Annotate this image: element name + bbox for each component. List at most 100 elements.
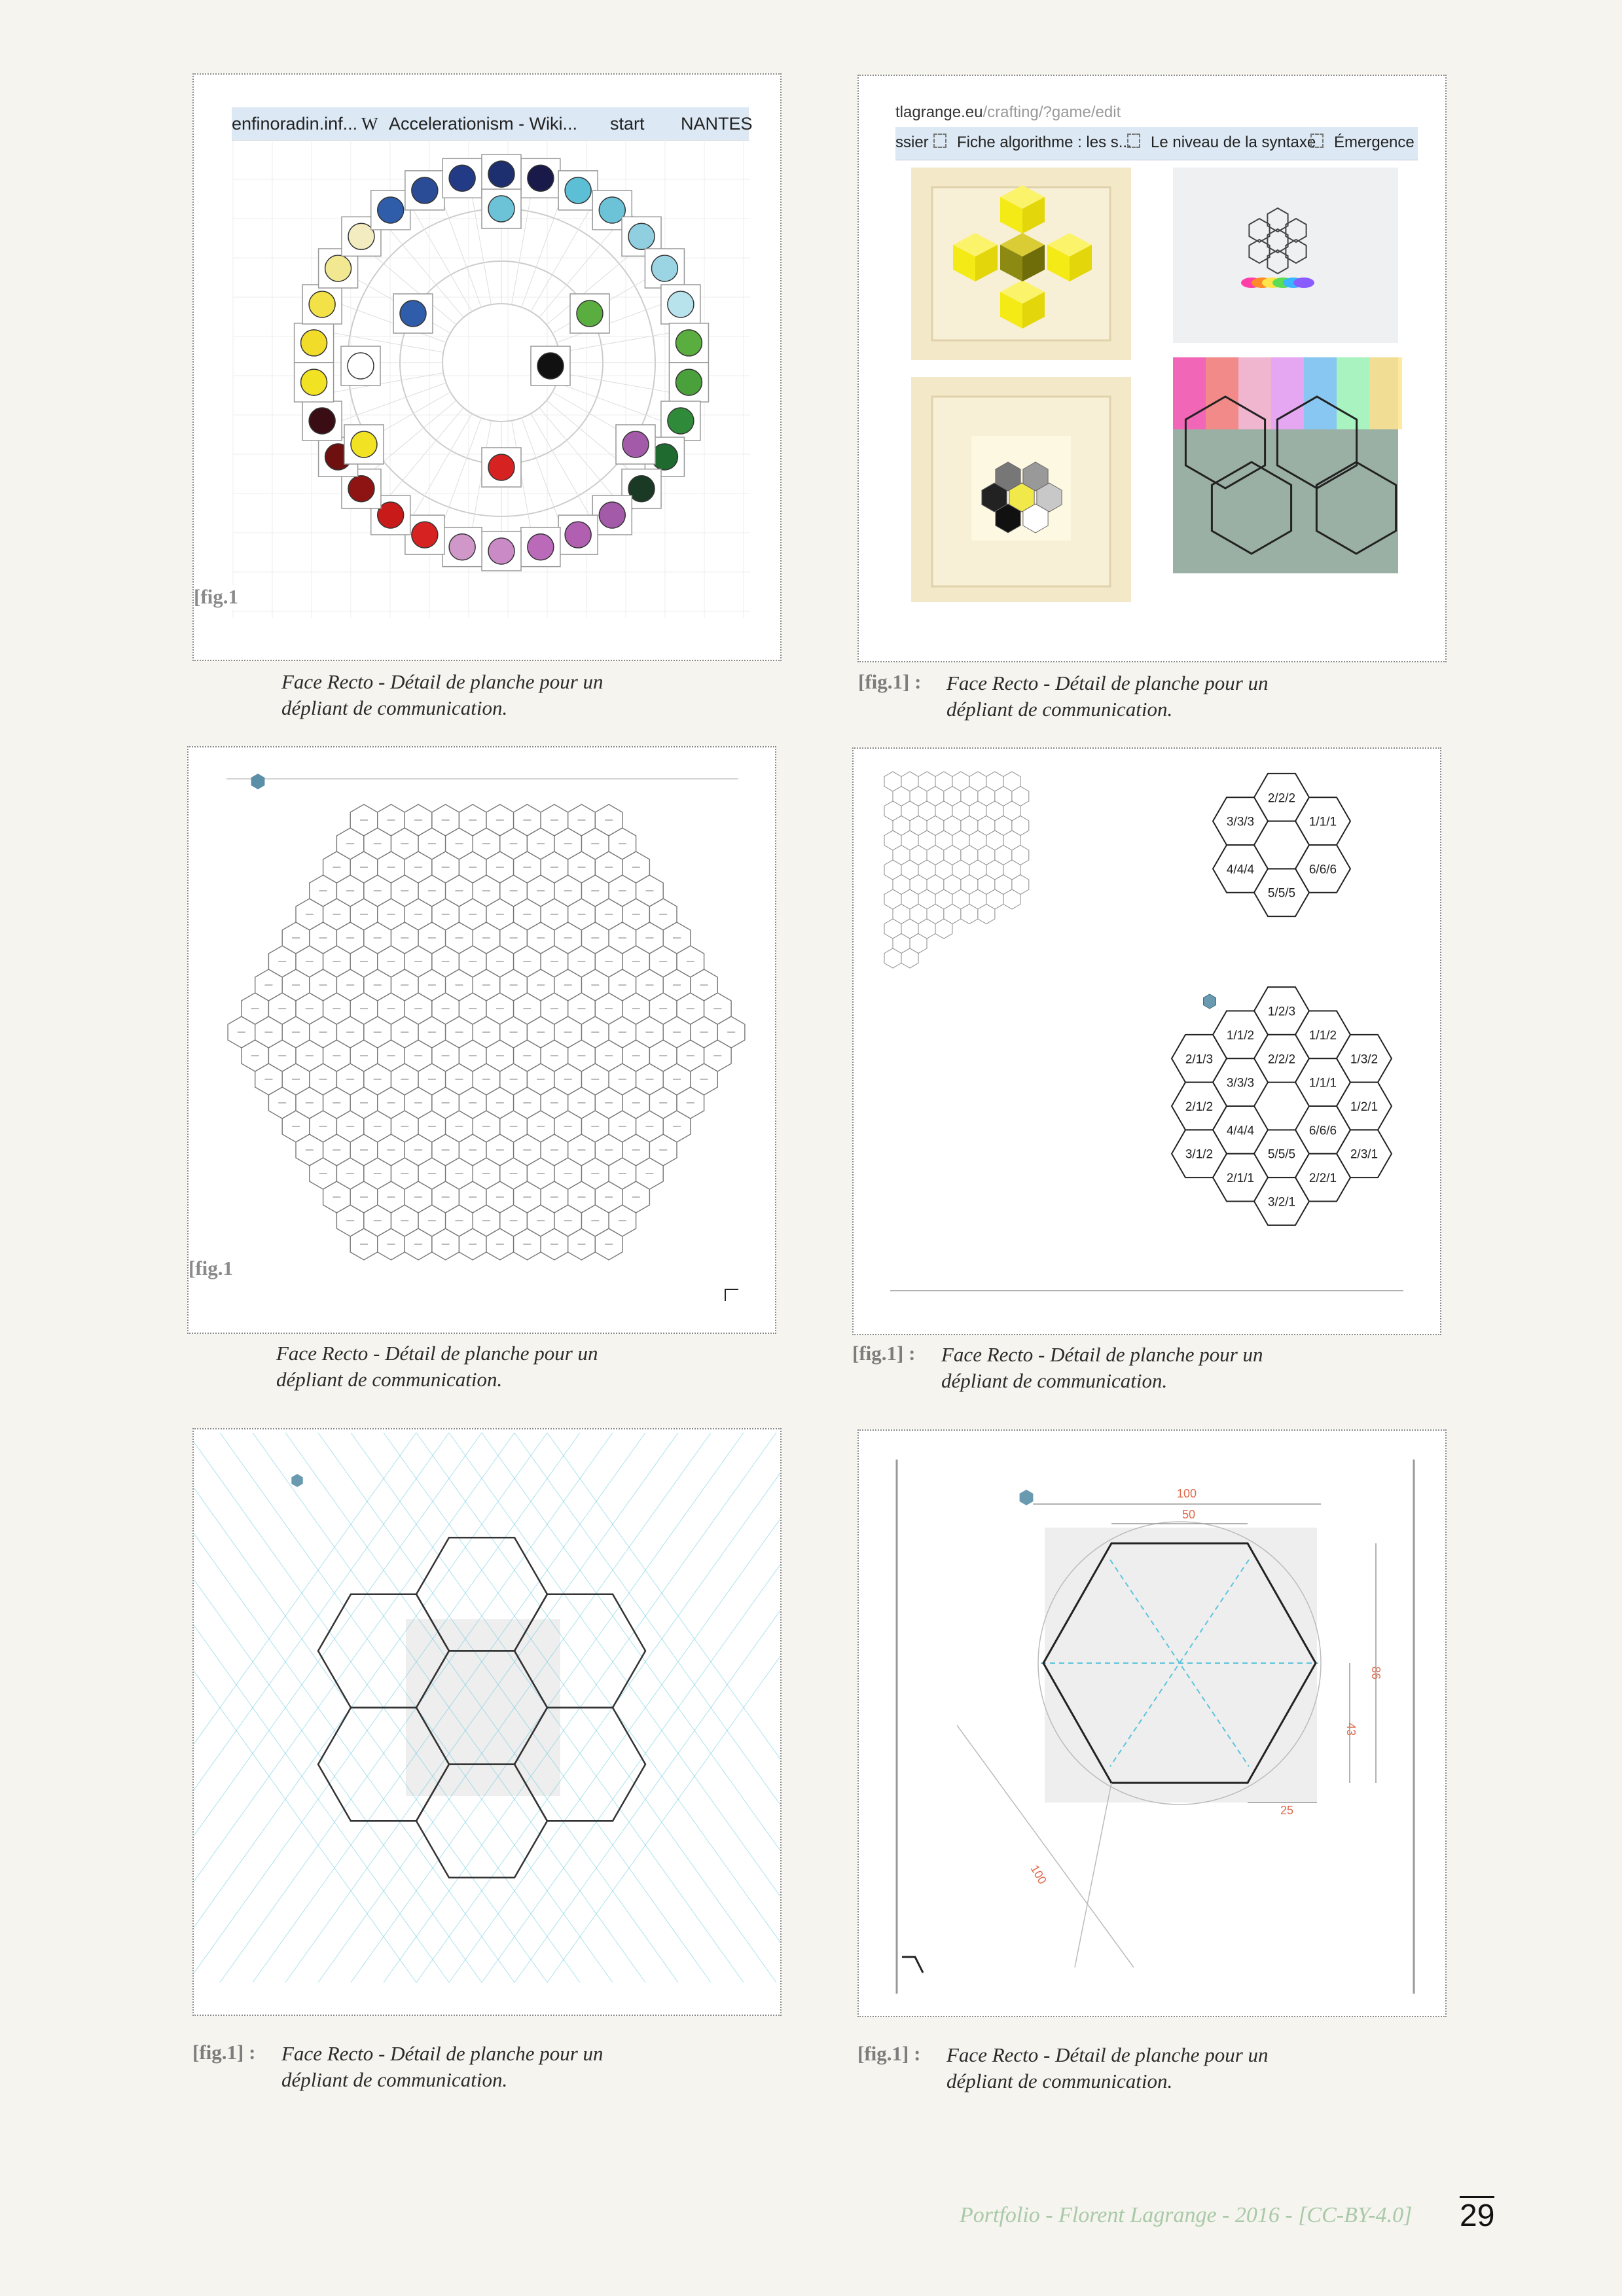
panel-1-frame: enfinoradin.inf... W Accelerationism - W…	[192, 73, 782, 661]
color-swatch	[411, 521, 439, 548]
hex-marker	[1203, 994, 1216, 1009]
color-swatch	[488, 160, 515, 188]
hex-construction-drawing	[194, 1432, 780, 1983]
hex-value-label: 1/2/1	[1350, 1100, 1378, 1114]
page-number: 29	[1460, 2196, 1495, 2232]
color-glass	[1238, 357, 1271, 429]
color-swatch	[598, 501, 626, 529]
caption-6-line1: Face Recto - Détail de planche pour un	[946, 2043, 1269, 2066]
render-floor	[1173, 429, 1398, 573]
panel-4-frame: 2/2/2 3/3/3 1/1/1 4/4/4 6/6/6 5/5/5 1/2/3 1/1/2…	[852, 747, 1441, 1335]
dim-bottom: 25	[1280, 1804, 1293, 1817]
fig-label-4: [fig.1] :	[852, 1342, 916, 1365]
dim-top-outer: 100	[1177, 1487, 1197, 1500]
render-gallery	[911, 168, 1402, 602]
hex-value-label: 1/1/2	[1309, 1029, 1337, 1043]
hex-flower-diagram: 2/2/2 3/3/3 1/1/1 4/4/4 6/6/6 5/5/5 1/2/3 1/1/2…	[884, 771, 1403, 1291]
panel-6-frame: 100 50 86 43 25 100	[857, 1429, 1447, 2017]
hex-value-label: 2/1/3	[1185, 1052, 1213, 1066]
hex-value-label: 2/2/2	[1268, 1052, 1295, 1066]
color-swatch	[564, 521, 592, 548]
dim-line	[1074, 1782, 1112, 1968]
shaded-area	[1045, 1528, 1317, 1803]
hex-value-label: 2/2/1	[1309, 1172, 1337, 1185]
caption-1-line1: Face Recto - Détail de planche pour un	[281, 670, 604, 693]
color-swatch	[347, 352, 374, 380]
panel-3-frame: [fig.1	[187, 746, 776, 1334]
hex-value-label: 6/6/6	[1309, 1124, 1337, 1138]
footer-credit: Portfolio - Florent Lagrange - 2016 - [C…	[960, 2203, 1413, 2227]
caption-5-line1: Face Recto - Détail de planche pour un	[281, 2042, 604, 2065]
color-swatch	[324, 255, 352, 282]
caption-2-line2: dépliant de communication.	[946, 698, 1173, 721]
corner-mark	[725, 1289, 738, 1301]
color-swatch	[308, 407, 336, 435]
color-glass	[1206, 357, 1238, 429]
color-swatch	[308, 291, 336, 318]
caption-5-line2: dépliant de communication.	[281, 2068, 508, 2091]
color-swatch	[651, 255, 679, 282]
color-glass	[1271, 357, 1304, 429]
shaded-area	[406, 1619, 560, 1796]
caption-1-line2: dépliant de communication.	[281, 696, 508, 719]
color-swatch	[576, 300, 604, 327]
caption-4-line2: dépliant de communication.	[941, 1369, 1168, 1392]
color-swatch	[488, 537, 515, 565]
rainbow-base	[1293, 278, 1314, 288]
color-swatch	[350, 431, 378, 458]
caption-2-line1: Face Recto - Détail de planche pour un	[946, 672, 1269, 694]
caption-6-line2: dépliant de communication.	[946, 2070, 1173, 2092]
color-swatch	[675, 329, 703, 357]
color-swatch	[564, 177, 592, 204]
color-swatch	[488, 454, 515, 481]
panel-5-frame	[192, 1428, 782, 2016]
panel-2-frame: tlagrange.eu/crafting/?game/edit ssier F…	[857, 75, 1447, 662]
color-glass	[1304, 357, 1337, 429]
hex-value-label: 1/2/3	[1268, 1005, 1295, 1019]
hex-value-label: 1/3/2	[1350, 1052, 1378, 1066]
color-swatch	[348, 475, 375, 503]
color-wheel-diagram	[232, 139, 750, 618]
hex-value-label: 2/1/2	[1185, 1100, 1213, 1114]
color-swatch	[376, 196, 405, 224]
color-swatch	[628, 223, 655, 251]
fig-label-cut: [fig.1	[194, 585, 239, 609]
hex-marker	[1019, 1490, 1034, 1505]
hex-value-label: 3/3/3	[1227, 816, 1254, 829]
fig-label-6: [fig.1] :	[857, 2042, 921, 2065]
hex-value-label: 3/3/3	[1227, 1077, 1254, 1090]
color-swatch	[411, 177, 439, 204]
color-glass	[1369, 357, 1402, 429]
hex-value-label: 5/5/5	[1268, 1148, 1295, 1162]
fig-label-2: [fig.1] :	[858, 670, 922, 693]
hex-marker	[291, 1474, 303, 1487]
dim-diagonal: 100	[1028, 1863, 1049, 1886]
hex-value-label: 4/4/4	[1227, 863, 1255, 876]
hex-value-label: 1/1/1	[1309, 1077, 1337, 1090]
color-swatch	[488, 195, 515, 223]
hex-dimension-drawing: 100 50 86 43 25 100	[895, 1460, 1415, 1994]
hex-value-label: 6/6/6	[1309, 863, 1337, 876]
color-glass	[1337, 357, 1369, 429]
caption-4-line1: Face Recto - Détail de planche pour un	[941, 1343, 1263, 1366]
color-glass	[1173, 357, 1206, 429]
fig-label-cut: [fig.1	[189, 1257, 234, 1280]
hex-value-label: 1/1/1	[1309, 816, 1337, 829]
hex-value-label: 3/2/1	[1268, 1195, 1295, 1209]
hex-value-label: 3/1/2	[1185, 1148, 1213, 1162]
color-swatch	[537, 352, 564, 380]
color-swatch	[448, 164, 476, 192]
color-swatch	[675, 368, 703, 396]
hex-grid-board	[226, 774, 746, 1301]
hex-value-label: 2/1/1	[1227, 1172, 1254, 1185]
fig-label-5: [fig.1] :	[192, 2041, 256, 2064]
color-swatch	[527, 164, 554, 192]
corner-mark	[902, 1956, 924, 1973]
dim-top-inner: 50	[1182, 1508, 1195, 1521]
color-swatch	[448, 533, 476, 561]
color-swatch	[622, 431, 649, 458]
dim-right-inner: 43	[1344, 1723, 1358, 1736]
hex-value-label: 4/4/4	[1227, 1124, 1255, 1138]
hex-value-label: 5/5/5	[1268, 887, 1295, 901]
hex-value-label: 2/3/1	[1350, 1148, 1378, 1162]
